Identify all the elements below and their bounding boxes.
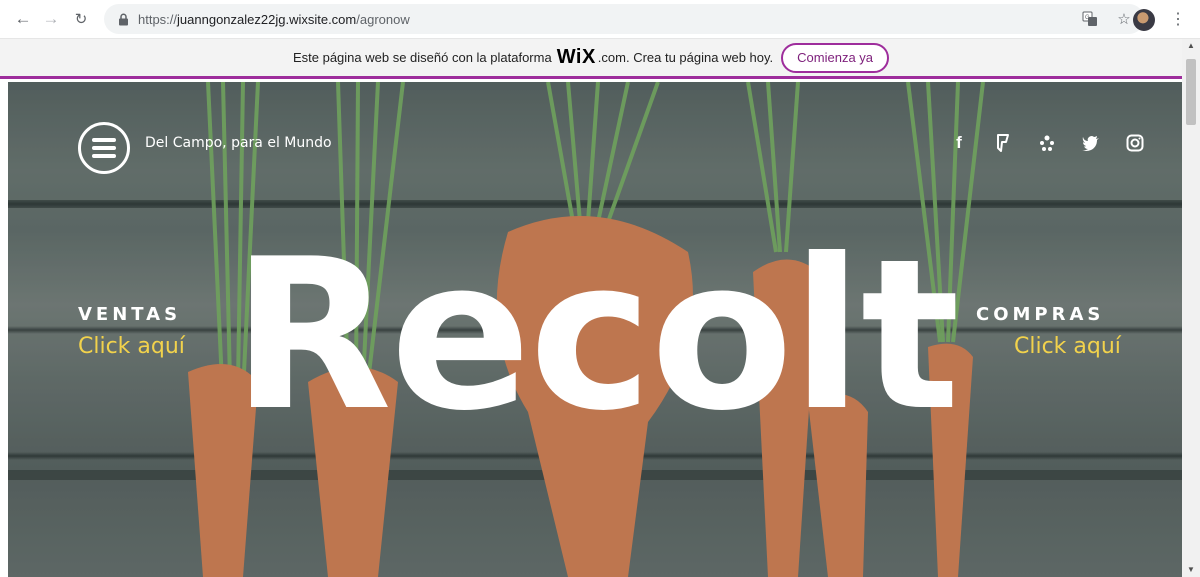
translate-icon[interactable]: G	[1080, 9, 1100, 29]
ventas-link[interactable]: Click aquí	[78, 334, 185, 359]
compras-link[interactable]: Click aquí	[1014, 334, 1121, 359]
ventas-heading: VENTAS	[78, 304, 182, 325]
profile-avatar[interactable]	[1133, 9, 1155, 31]
start-now-button[interactable]: Comienza ya	[781, 42, 890, 73]
scroll-up-arrow-icon[interactable]: ▲	[1182, 39, 1200, 53]
hamburger-menu-button[interactable]	[78, 122, 130, 174]
instagram-icon[interactable]	[1124, 132, 1146, 154]
wix-logo: WiX	[556, 46, 596, 68]
forward-arrow-icon[interactable]: →	[40, 8, 62, 30]
facebook-icon[interactable]: f	[948, 132, 970, 154]
reload-icon[interactable]: ↻	[70, 8, 92, 30]
back-arrow-icon[interactable]: ←	[12, 8, 34, 30]
foursquare-icon[interactable]	[992, 132, 1014, 154]
banner-text-before: Este página web se diseñó con la platafo…	[292, 50, 552, 65]
kebab-menu-icon[interactable]: ⋮	[1170, 9, 1186, 31]
scroll-thumb[interactable]	[1186, 59, 1196, 125]
twitter-icon[interactable]	[1080, 132, 1102, 154]
banner-text-after: .com. Crea tu página web hoy.	[597, 50, 774, 65]
bookmark-star-icon[interactable]: ☆	[1114, 9, 1134, 29]
svg-text:G: G	[1085, 15, 1090, 21]
lock-icon	[116, 12, 130, 26]
page-scrollbar[interactable]: ▲ ▼	[1182, 39, 1200, 577]
address-bar[interactable]: https://juanngonzalez22jg.wixsite.com/ag…	[104, 4, 1144, 34]
social-links: f	[948, 132, 1146, 154]
wix-promo-banner: Este página web se diseñó con la platafo…	[0, 39, 1182, 79]
scroll-down-arrow-icon[interactable]: ▼	[1182, 563, 1200, 577]
url-text[interactable]: https://juanngonzalez22jg.wixsite.com/ag…	[138, 12, 410, 27]
site-tagline: Del Campo, para el Mundo	[145, 135, 332, 151]
yelp-icon[interactable]	[1036, 132, 1058, 154]
compras-heading: COMPRAS	[976, 304, 1105, 325]
browser-toolbar: ← → ↻ https://juanngonzalez22jg.wixsite.…	[0, 0, 1200, 39]
hero-section: Del Campo, para el Mundo f Recolt VENTAS…	[8, 82, 1182, 577]
